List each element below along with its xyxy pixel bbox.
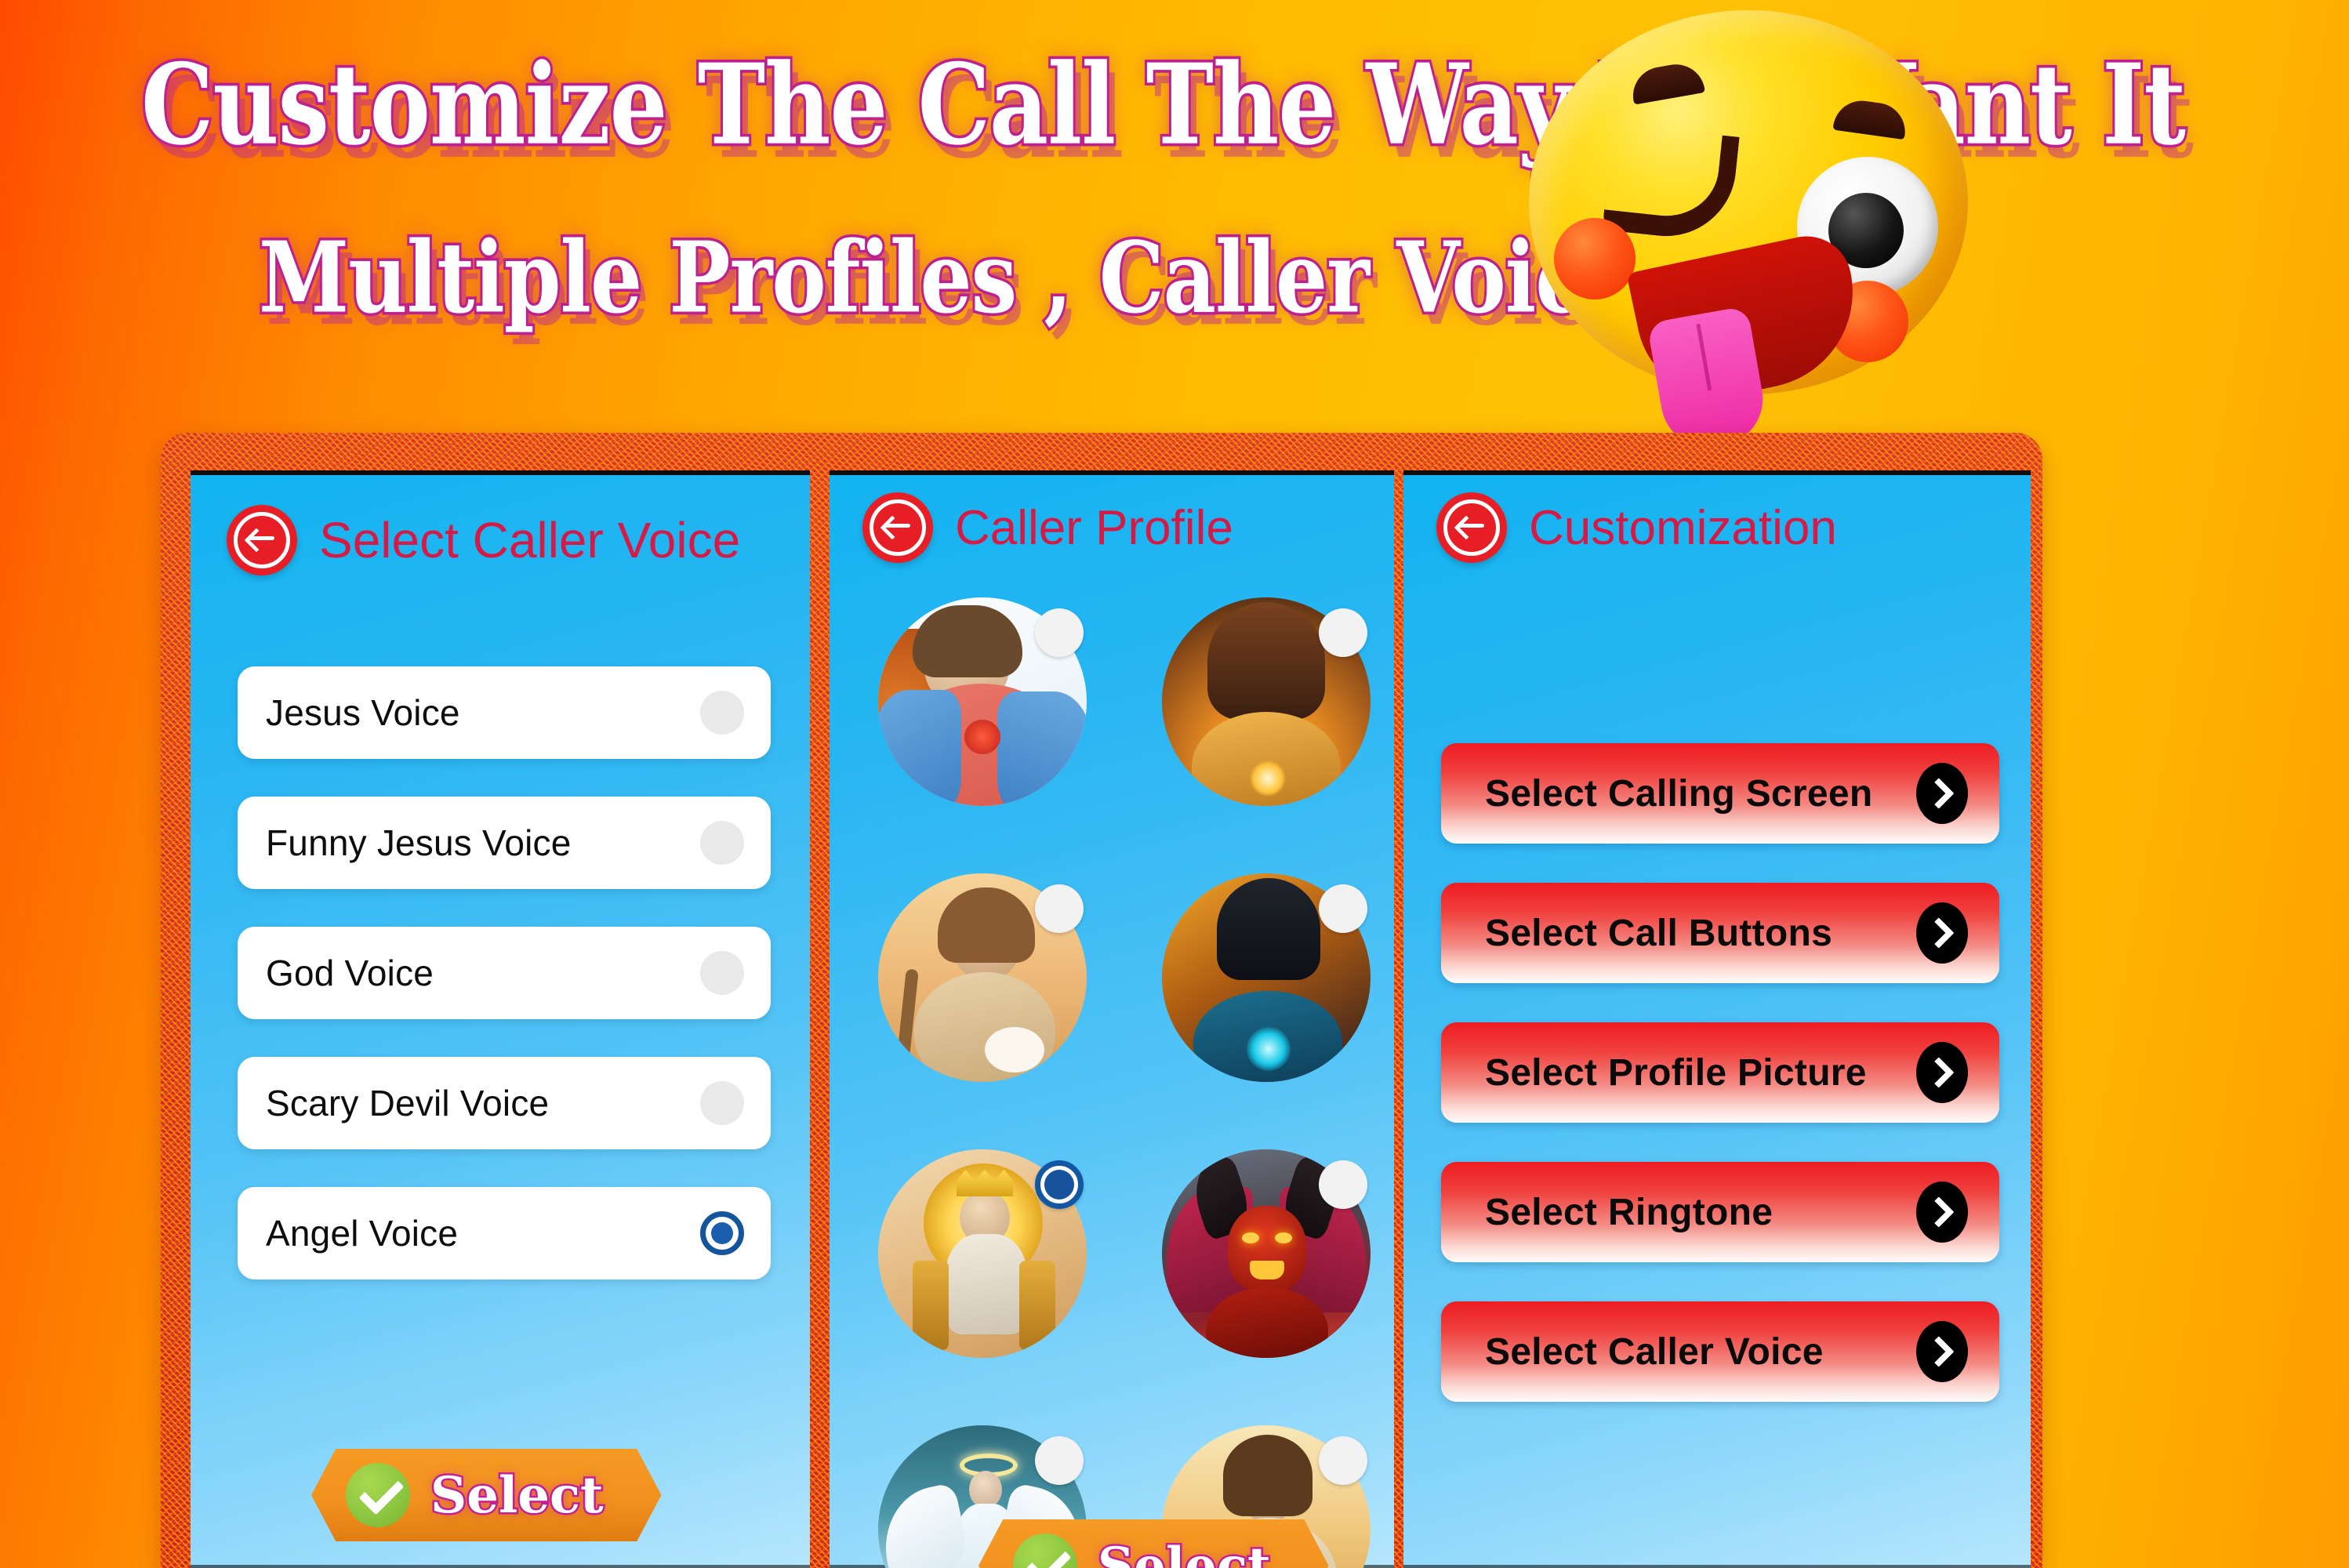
radio-button[interactable]: [700, 821, 744, 865]
radio-button[interactable]: [1035, 608, 1084, 657]
select-button[interactable]: Select: [311, 1449, 662, 1541]
check-circle-icon: [346, 1463, 410, 1527]
radio-button-selected[interactable]: [700, 1211, 744, 1255]
back-arrow-icon[interactable]: [227, 505, 297, 575]
voice-label: Jesus Voice: [266, 692, 460, 733]
voice-label: Funny Jesus Voice: [266, 822, 572, 863]
check-circle-icon: [1013, 1534, 1077, 1568]
chevron-right-icon: [1916, 1042, 1968, 1103]
profile-item-red-devil[interactable]: [1162, 1149, 1371, 1358]
zany-face-emoji: [1521, 6, 1976, 455]
radio-button[interactable]: [1319, 884, 1367, 933]
profile-picture-grid: [878, 597, 1394, 1568]
voice-label: Angel Voice: [266, 1213, 459, 1254]
option-label: Select Calling Screen: [1485, 772, 1873, 815]
profile-item-god-on-throne[interactable]: [878, 1149, 1087, 1358]
panel-caller-profile: Caller Profile Select: [830, 470, 1394, 1568]
option-select-caller-voice[interactable]: Select Caller Voice: [1441, 1301, 1999, 1402]
back-arrow-icon[interactable]: [862, 492, 933, 563]
list-item[interactable]: Jesus Voice: [238, 666, 771, 759]
chevron-right-icon: [1916, 1321, 1968, 1382]
radio-button[interactable]: [1035, 1436, 1084, 1485]
chevron-right-icon: [1916, 902, 1968, 964]
panel-title: Caller Profile: [955, 500, 1233, 555]
voice-label: God Voice: [266, 953, 434, 993]
radio-button[interactable]: [1035, 884, 1084, 933]
profile-item-glowing-jesus[interactable]: [1162, 597, 1371, 806]
option-select-profile-picture[interactable]: Select Profile Picture: [1441, 1022, 1999, 1123]
panel-header: Caller Profile: [862, 492, 1233, 563]
list-item[interactable]: Scary Devil Voice: [238, 1057, 771, 1149]
select-button[interactable]: Select: [978, 1519, 1329, 1568]
back-arrow-icon[interactable]: [1436, 492, 1507, 563]
voice-option-list: Jesus Voice Funny Jesus Voice God Voice …: [238, 666, 771, 1317]
radio-button-selected[interactable]: [1035, 1160, 1084, 1209]
radio-button[interactable]: [700, 691, 744, 735]
chevron-right-icon: [1916, 763, 1968, 824]
voice-label: Scary Devil Voice: [266, 1083, 550, 1123]
option-label: Select Call Buttons: [1485, 912, 1833, 954]
profile-item-neon-jesus[interactable]: [1162, 873, 1371, 1082]
select-button-label: Select: [429, 1464, 605, 1526]
option-label: Select Ringtone: [1485, 1191, 1774, 1233]
radio-button[interactable]: [700, 1081, 744, 1125]
radio-button[interactable]: [1319, 1160, 1367, 1209]
profile-item-shepherd-jesus[interactable]: [878, 873, 1087, 1082]
list-item[interactable]: Angel Voice: [238, 1187, 771, 1279]
profile-item-sacred-heart-jesus[interactable]: [878, 597, 1087, 806]
emoji-blush-left: [1554, 218, 1636, 299]
option-select-ringtone[interactable]: Select Ringtone: [1441, 1162, 1999, 1262]
list-item[interactable]: Funny Jesus Voice: [238, 797, 771, 889]
option-select-call-buttons[interactable]: Select Call Buttons: [1441, 883, 1999, 983]
page-title: Customize The Call The Way You Want It: [139, 40, 2188, 170]
hero-banner: Customize The Call The Way You Want It M…: [0, 0, 2349, 455]
panel-header: Customization: [1436, 492, 1837, 563]
panel-customization: Customization Select Calling Screen Sele…: [1403, 470, 2031, 1568]
page-subtitle: Multiple Profiles , Caller Voice ...: [256, 216, 1749, 338]
panel-header: Select Caller Voice: [227, 505, 740, 575]
select-button-label: Select: [1096, 1534, 1273, 1568]
customization-option-list: Select Calling Screen Select Call Button…: [1441, 743, 1999, 1441]
option-select-calling-screen[interactable]: Select Calling Screen: [1441, 743, 1999, 844]
panel-select-caller-voice: Select Caller Voice Jesus Voice Funny Je…: [191, 470, 810, 1568]
list-item[interactable]: God Voice: [238, 927, 771, 1019]
option-label: Select Profile Picture: [1485, 1051, 1867, 1094]
option-label: Select Caller Voice: [1485, 1330, 1824, 1373]
radio-button[interactable]: [1319, 608, 1367, 657]
radio-button[interactable]: [700, 951, 744, 995]
panel-title: Customization: [1529, 500, 1837, 555]
chevron-right-icon: [1916, 1181, 1968, 1243]
panel-title: Select Caller Voice: [319, 512, 741, 568]
radio-button[interactable]: [1319, 1436, 1367, 1485]
